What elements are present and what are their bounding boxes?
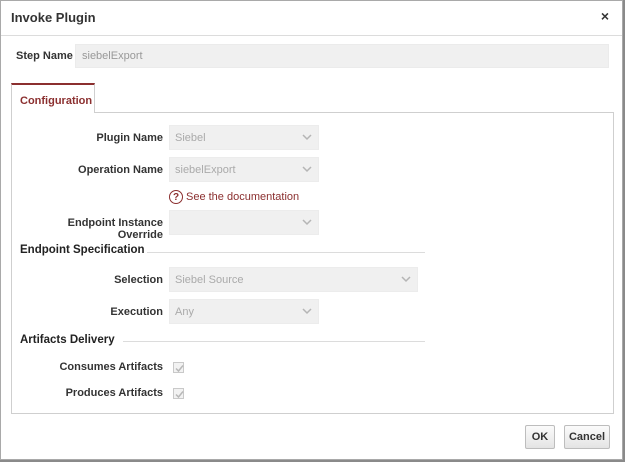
help-icon: ? bbox=[169, 190, 183, 204]
documentation-link-text: See the documentation bbox=[186, 191, 300, 203]
cancel-button[interactable]: Cancel bbox=[564, 425, 610, 449]
section-divider bbox=[147, 252, 425, 253]
artifacts-delivery-heading: Artifacts Delivery bbox=[20, 334, 115, 346]
operation-name-select[interactable]: siebelExport bbox=[169, 157, 319, 182]
chevron-down-icon bbox=[302, 219, 312, 226]
endpoint-override-select[interactable] bbox=[169, 210, 319, 235]
ok-button[interactable]: OK bbox=[525, 425, 555, 449]
step-name-label: Step Name bbox=[16, 50, 73, 62]
execution-value: Any bbox=[175, 306, 194, 318]
produces-artifacts-checkbox[interactable] bbox=[173, 388, 184, 399]
chevron-down-icon bbox=[302, 308, 312, 315]
plugin-name-select[interactable]: Siebel bbox=[169, 125, 319, 150]
chevron-down-icon bbox=[401, 276, 411, 283]
endpoint-specification-heading: Endpoint Specification bbox=[20, 244, 145, 256]
chevron-down-icon bbox=[302, 134, 312, 141]
plugin-name-value: Siebel bbox=[175, 132, 206, 144]
step-name-field[interactable]: siebelExport bbox=[75, 44, 609, 68]
execution-label: Execution bbox=[110, 306, 163, 318]
plugin-name-label: Plugin Name bbox=[96, 132, 163, 144]
produces-artifacts-label: Produces Artifacts bbox=[65, 387, 163, 399]
dialog-titlebar: Invoke Plugin × bbox=[1, 1, 622, 36]
operation-name-label: Operation Name bbox=[78, 164, 163, 176]
consumes-artifacts-checkbox[interactable] bbox=[173, 362, 184, 373]
selection-label: Selection bbox=[114, 274, 163, 286]
endpoint-override-label: Endpoint Instance Override bbox=[67, 217, 163, 241]
checkmark-icon bbox=[175, 365, 184, 373]
checkmark-icon bbox=[175, 391, 184, 399]
selection-select[interactable]: Siebel Source bbox=[169, 267, 418, 292]
chevron-down-icon bbox=[302, 166, 312, 173]
invoke-plugin-dialog: Invoke Plugin × Step Name siebelExport C… bbox=[0, 0, 623, 460]
dialog-title: Invoke Plugin bbox=[11, 10, 96, 25]
tab-configuration[interactable]: Configuration bbox=[11, 83, 95, 113]
consumes-artifacts-label: Consumes Artifacts bbox=[59, 361, 163, 373]
operation-name-value: siebelExport bbox=[175, 164, 236, 176]
close-icon[interactable]: × bbox=[598, 8, 612, 24]
selection-value: Siebel Source bbox=[175, 274, 244, 286]
execution-select[interactable]: Any bbox=[169, 299, 319, 324]
documentation-link[interactable]: ? See the documentation bbox=[169, 188, 299, 206]
section-divider bbox=[123, 341, 425, 342]
